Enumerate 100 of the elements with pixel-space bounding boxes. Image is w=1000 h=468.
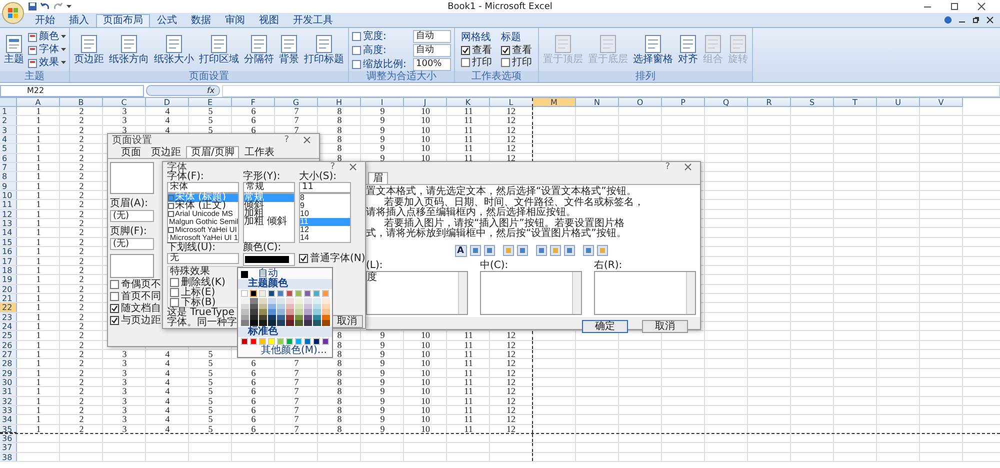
row-header[interactable]: 13 bbox=[0, 219, 17, 228]
color-swatch[interactable] bbox=[259, 304, 266, 309]
row-header[interactable]: 25 bbox=[0, 331, 17, 340]
color-swatch[interactable] bbox=[268, 304, 276, 309]
checkbox[interactable] bbox=[501, 46, 510, 55]
color-swatch[interactable] bbox=[276, 290, 284, 297]
row-header[interactable]: 29 bbox=[0, 368, 17, 377]
color-swatch[interactable] bbox=[258, 290, 266, 297]
row-header[interactable]: 5 bbox=[0, 144, 17, 153]
menu-item[interactable]: 其他颜色(M)... bbox=[241, 346, 329, 356]
column-header[interactable]: Q bbox=[705, 98, 748, 107]
list-item[interactable]: 14 bbox=[300, 234, 350, 242]
color-swatch[interactable] bbox=[304, 309, 312, 314]
column-header[interactable]: H bbox=[318, 98, 361, 107]
ribbon-button[interactable]: 字体 bbox=[28, 44, 66, 56]
restore-icon[interactable] bbox=[972, 16, 980, 24]
color-swatch[interactable] bbox=[286, 304, 294, 309]
color-swatch[interactable] bbox=[250, 304, 258, 309]
checkbox[interactable] bbox=[110, 316, 119, 325]
row-header[interactable]: 33 bbox=[0, 406, 17, 414]
color-swatch[interactable] bbox=[295, 314, 302, 320]
column-header[interactable]: S bbox=[791, 98, 834, 107]
toolbar-icon[interactable] bbox=[536, 244, 546, 256]
column-header[interactable]: R bbox=[748, 98, 791, 107]
input-field[interactable]: 100% bbox=[413, 58, 451, 70]
color-swatch[interactable] bbox=[313, 314, 320, 320]
color-swatch[interactable] bbox=[277, 320, 284, 326]
help-icon[interactable] bbox=[944, 16, 952, 24]
row-header[interactable]: 32 bbox=[0, 396, 17, 405]
toolbar-button[interactable]: A bbox=[454, 244, 466, 256]
color-swatch[interactable] bbox=[304, 314, 312, 320]
color-swatch[interactable] bbox=[268, 338, 276, 344]
maximize-icon[interactable] bbox=[950, 2, 959, 11]
color-swatch[interactable] bbox=[295, 309, 302, 314]
ribbon-button[interactable]: 分隔符 bbox=[243, 35, 275, 65]
close-icon[interactable] bbox=[349, 163, 357, 171]
row-header[interactable]: 28 bbox=[0, 359, 17, 368]
color-swatch[interactable] bbox=[277, 304, 284, 309]
dropdown[interactable]: (无) bbox=[110, 238, 154, 250]
color-swatch[interactable] bbox=[250, 290, 258, 297]
color-swatch[interactable] bbox=[268, 290, 276, 297]
help-button[interactable]: ? bbox=[330, 162, 335, 172]
color-swatch[interactable] bbox=[312, 338, 320, 344]
color-swatch[interactable] bbox=[268, 309, 276, 314]
color-swatch[interactable] bbox=[268, 314, 276, 320]
ribbon-tab[interactable]: 公式 bbox=[150, 14, 184, 27]
row-header[interactable]: 3 bbox=[0, 126, 17, 134]
column-header[interactable]: V bbox=[920, 98, 963, 107]
close-icon[interactable] bbox=[977, 2, 986, 11]
dialog-button[interactable]: 取消 bbox=[642, 320, 688, 332]
color-swatch[interactable] bbox=[241, 338, 248, 344]
row-header[interactable]: 16 bbox=[0, 247, 17, 256]
checkbox[interactable] bbox=[461, 46, 470, 55]
input-field[interactable]: 自动 bbox=[413, 30, 451, 42]
row-header[interactable]: 30 bbox=[0, 378, 17, 386]
color-swatch[interactable] bbox=[286, 290, 294, 297]
row-header[interactable]: 19 bbox=[0, 275, 17, 284]
color-swatch[interactable] bbox=[312, 290, 320, 297]
toolbar-icon[interactable] bbox=[484, 244, 494, 256]
color-swatch[interactable] bbox=[277, 298, 284, 304]
toolbar-icon[interactable] bbox=[502, 244, 514, 256]
list-item[interactable]: 加粗 倾斜 bbox=[244, 218, 294, 226]
color-swatch[interactable] bbox=[304, 298, 312, 304]
row-header[interactable]: 1 bbox=[0, 107, 17, 116]
ribbon-button[interactable]: 颜色 bbox=[28, 31, 66, 43]
color-swatch[interactable] bbox=[294, 338, 302, 344]
color-swatch[interactable] bbox=[295, 298, 302, 304]
scroll-bar[interactable] bbox=[686, 272, 695, 314]
row-header[interactable]: 18 bbox=[0, 266, 17, 274]
ribbon-tab[interactable]: 数据 bbox=[184, 14, 218, 27]
color-swatch[interactable] bbox=[322, 290, 330, 297]
color-swatch[interactable] bbox=[304, 338, 312, 344]
checkbox[interactable] bbox=[170, 278, 179, 286]
color-swatch[interactable] bbox=[250, 309, 258, 314]
checkbox[interactable] bbox=[501, 58, 510, 67]
ribbon-button[interactable]: 对齐 bbox=[677, 35, 699, 65]
ribbon-tab[interactable]: 页面布局 bbox=[96, 14, 150, 27]
list-item[interactable]: 10 bbox=[300, 210, 350, 218]
column-header[interactable]: O bbox=[619, 98, 662, 107]
column-header[interactable]: E bbox=[189, 98, 232, 107]
checkbox[interactable] bbox=[299, 254, 308, 263]
column-header[interactable]: P bbox=[662, 98, 705, 107]
color-swatch[interactable] bbox=[250, 314, 258, 320]
list-item[interactable]: 12 bbox=[300, 226, 350, 234]
scroll-bar[interactable] bbox=[458, 272, 467, 314]
color-swatch[interactable] bbox=[304, 290, 312, 297]
row-header[interactable]: 12 bbox=[0, 210, 17, 218]
color-swatch[interactable] bbox=[304, 304, 312, 309]
color-swatch[interactable] bbox=[295, 304, 302, 309]
ribbon-button[interactable]: 背景 bbox=[278, 35, 300, 65]
ribbon-button[interactable]: 打印区域 bbox=[198, 35, 240, 65]
row-header[interactable]: 26 bbox=[0, 340, 17, 349]
color-swatch[interactable] bbox=[313, 304, 320, 309]
color-swatch[interactable] bbox=[295, 320, 302, 326]
row-header[interactable]: 36 bbox=[0, 434, 17, 442]
checkbox[interactable] bbox=[110, 304, 119, 313]
color-swatch[interactable] bbox=[241, 309, 248, 314]
color-swatch[interactable] bbox=[250, 320, 258, 326]
color-swatch[interactable] bbox=[259, 320, 266, 326]
ribbon-button[interactable]: 选择窗格 bbox=[632, 35, 674, 65]
